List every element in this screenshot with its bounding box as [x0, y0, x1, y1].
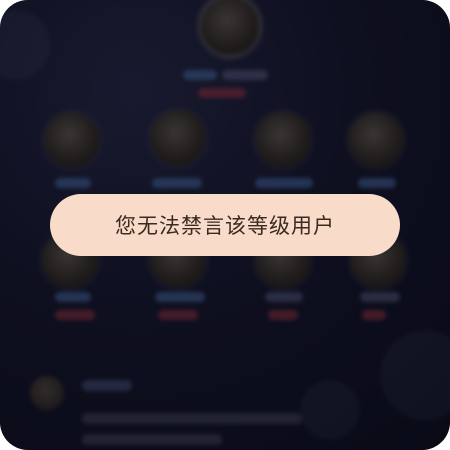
toast-message: 您无法禁言该等级用户 [115, 214, 335, 238]
toast-notification: 您无法禁言该等级用户 [50, 194, 400, 256]
voice-room-screen: 您无法禁言该等级用户 [0, 0, 450, 450]
